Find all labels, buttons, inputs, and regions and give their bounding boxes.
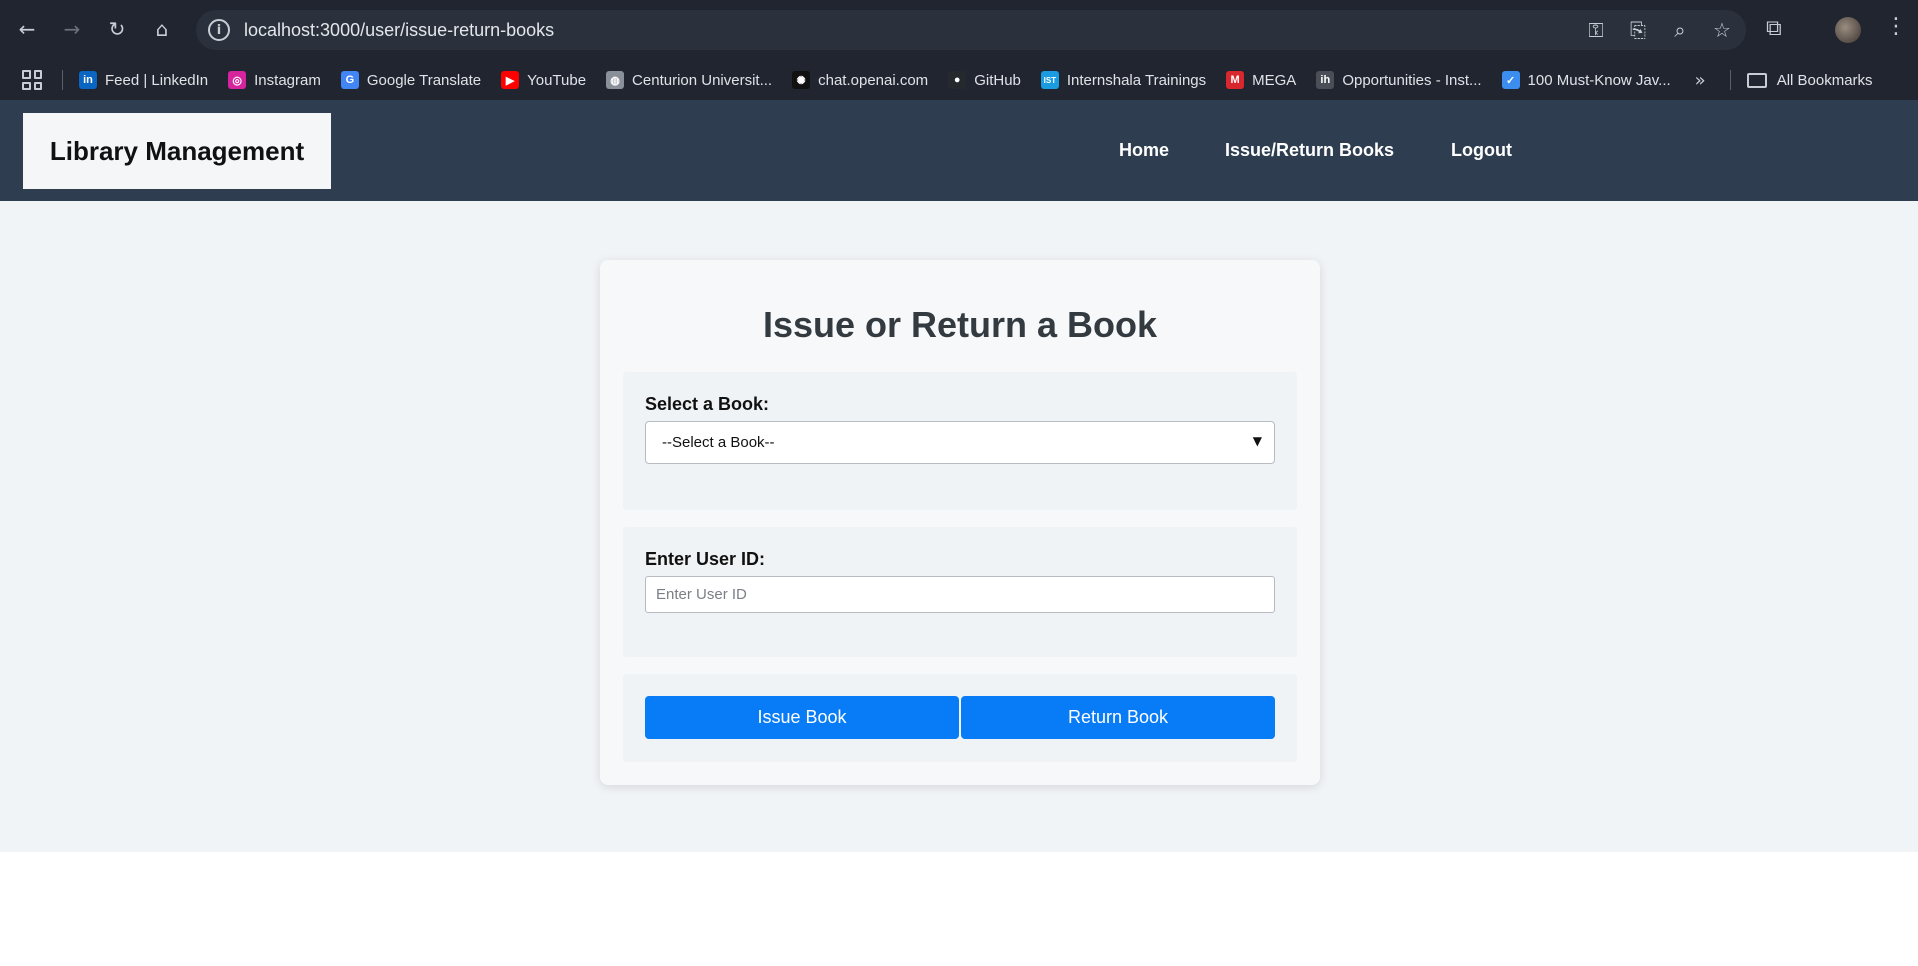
bookmark-label: chat.openai.com	[818, 71, 929, 89]
book-select[interactable]: --Select a Book-- ▼	[645, 421, 1275, 464]
bookmark-item[interactable]: ◍ Centurion Universit...	[606, 71, 772, 89]
browser-chrome: ← → ↻ ⌂ i localhost:3000/user/issue-retu…	[0, 0, 1918, 100]
folder-icon	[1746, 72, 1767, 88]
install-app-icon[interactable]: ⎘	[1626, 18, 1650, 42]
page-title: Issue or Return a Book	[762, 304, 1158, 345]
more-bookmarks-icon[interactable]: »	[1695, 70, 1706, 91]
bookmark-item[interactable]: ✓ 100 Must-Know Jav...	[1501, 71, 1671, 89]
apps-grid-icon[interactable]	[22, 70, 42, 90]
bookmark-item[interactable]: ● GitHub	[948, 71, 1021, 89]
bookmarks-divider	[62, 70, 63, 90]
home-icon[interactable]: ⌂	[147, 14, 177, 44]
profile-avatar[interactable]	[1835, 17, 1861, 43]
instagram-icon: ◎	[228, 71, 247, 89]
extensions-icon[interactable]: ⧉	[1766, 16, 1782, 41]
bookmark-label: YouTube	[527, 71, 587, 89]
bookmarks-bar: in Feed | LinkedIn ◎ Instagram G Google Trans…	[0, 60, 1918, 100]
bookmark-star-icon[interactable]: ☆	[1710, 18, 1734, 42]
address-row: ← → ↻ ⌂ i localhost:3000/user/issue-retu…	[0, 0, 1918, 60]
page: Library Management Home Issue/Return Boo…	[0, 100, 1918, 852]
user-id-input[interactable]	[645, 576, 1275, 613]
bookmark-item[interactable]: in Feed | LinkedIn	[79, 71, 208, 89]
chevron-down-icon: ▼	[1252, 434, 1262, 448]
site-header: Library Management Home Issue/Return Boo…	[0, 100, 1918, 201]
nav-home[interactable]: Home	[1119, 140, 1169, 161]
verified-icon: ✓	[1501, 71, 1520, 89]
globe-icon: ◍	[606, 71, 625, 89]
bookmark-label: GitHub	[974, 71, 1021, 89]
bookmark-label: MEGA	[1252, 71, 1297, 89]
book-select-label: Select a Book:	[645, 394, 770, 414]
bookmark-item[interactable]: G Google Translate	[340, 71, 482, 89]
bookmark-item[interactable]: ◎ Instagram	[228, 71, 321, 89]
url-text[interactable]: localhost:3000/user/issue-return-books	[244, 20, 554, 41]
password-key-icon[interactable]: ⚿	[1584, 18, 1608, 42]
google-translate-icon: G	[340, 71, 359, 89]
bookmark-item[interactable]: ✺ chat.openai.com	[792, 71, 928, 89]
user-id-section: Enter User ID:	[623, 527, 1297, 657]
bookmark-label: Opportunities - Inst...	[1342, 71, 1482, 89]
bookmark-item[interactable]: ▶ YouTube	[501, 71, 586, 89]
back-icon[interactable]: ←	[12, 14, 42, 44]
site-info-icon[interactable]: i	[208, 19, 230, 41]
nav-logout[interactable]: Logout	[1451, 140, 1512, 161]
youtube-icon: ▶	[501, 71, 520, 89]
openai-icon: ✺	[792, 71, 811, 89]
github-icon: ●	[948, 71, 967, 89]
bookmark-label: Centurion Universit...	[632, 71, 773, 89]
bookmark-item[interactable]: ih Opportunities - Inst...	[1316, 71, 1482, 89]
forward-icon[interactable]: →	[57, 14, 87, 44]
all-bookmarks-label: All Bookmarks	[1776, 71, 1873, 89]
browser-menu-icon[interactable]: ⋮	[1885, 14, 1907, 39]
book-select-value: --Select a Book--	[662, 434, 775, 451]
reload-icon[interactable]: ↻	[102, 14, 132, 44]
bookmark-item[interactable]: M MEGA	[1226, 71, 1296, 89]
issue-book-button[interactable]: Issue Book	[645, 696, 959, 739]
book-select-section: Select a Book: --Select a Book-- ▼	[623, 372, 1297, 510]
bookmark-label: Google Translate	[366, 71, 482, 89]
bookmark-label: Internshala Trainings	[1066, 71, 1207, 89]
bookmark-label: Instagram	[254, 71, 321, 89]
internshala-icon: IST	[1040, 71, 1059, 89]
brand-title[interactable]: Library Management	[23, 113, 331, 189]
bookmark-label: Feed | LinkedIn	[105, 71, 209, 89]
address-bar[interactable]: i localhost:3000/user/issue-return-books…	[196, 10, 1746, 50]
action-buttons-section: Issue Book Return Book	[623, 674, 1297, 762]
mega-icon: M	[1226, 71, 1245, 89]
nav-issue-return-books[interactable]: Issue/Return Books	[1225, 140, 1394, 161]
bookmark-item[interactable]: IST Internshala Trainings	[1040, 71, 1207, 89]
bookmarks-list: in Feed | LinkedIn ◎ Instagram G Google Trans…	[79, 71, 1691, 89]
bookmarks-divider	[1729, 70, 1731, 90]
zoom-icon[interactable]: ⌕	[1668, 18, 1692, 42]
all-bookmarks[interactable]: All Bookmarks	[1746, 71, 1873, 89]
instahyre-icon: ih	[1316, 71, 1335, 89]
issue-return-card: Issue or Return a Book Select a Book: --…	[600, 260, 1320, 785]
user-id-label: Enter User ID:	[645, 549, 766, 569]
bookmark-label: 100 Must-Know Jav...	[1527, 71, 1671, 89]
linkedin-icon: in	[79, 71, 97, 89]
return-book-button[interactable]: Return Book	[961, 696, 1275, 739]
